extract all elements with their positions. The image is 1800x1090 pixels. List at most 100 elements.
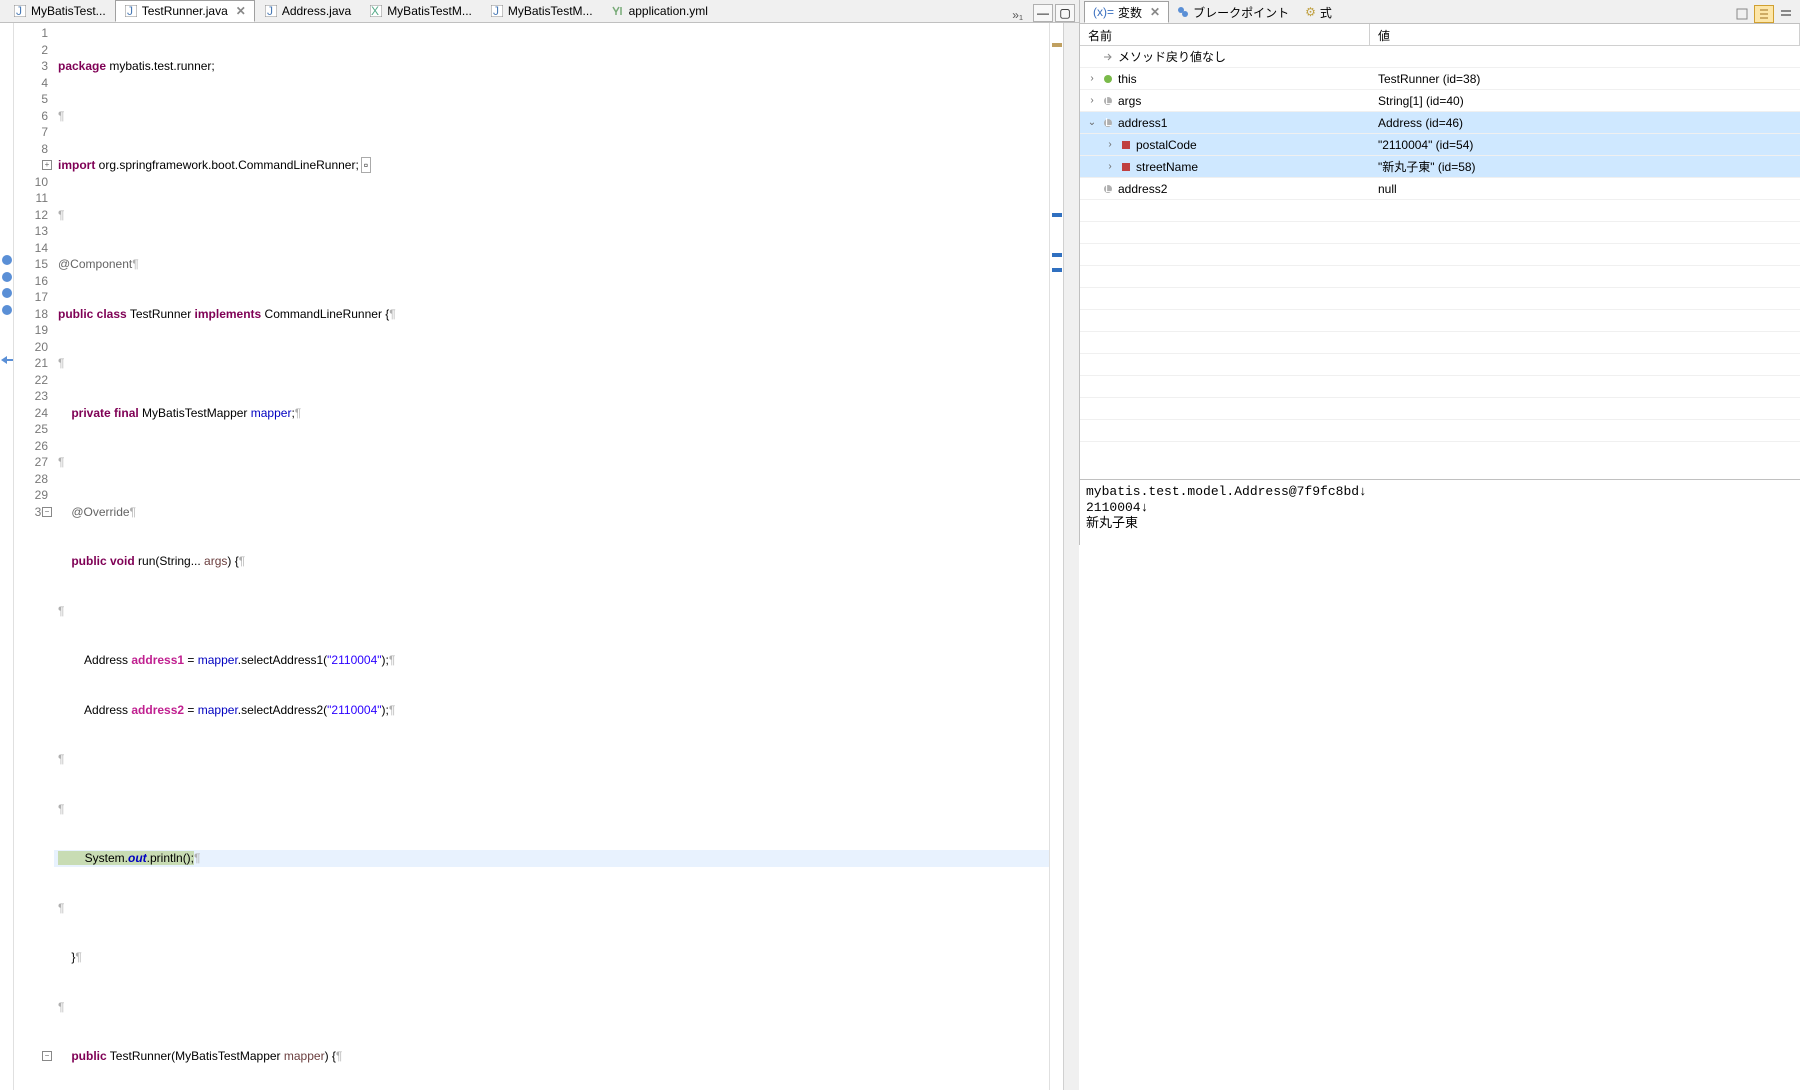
vertical-scrollbar[interactable] [1063,23,1079,1090]
tab-breakpoints[interactable]: ブレークポイント [1169,1,1297,23]
expand-icon[interactable]: › [1086,95,1098,106]
variable-row[interactable]: › this TestRunner (id=38) [1080,68,1800,90]
empty-row [1080,332,1800,354]
tab-mapper-xml[interactable]: XMyBatisTestM... [360,0,481,22]
variable-row[interactable]: Laddress2 null [1080,178,1800,200]
empty-row [1080,266,1800,288]
svg-text:X: X [371,5,379,17]
close-icon[interactable]: ✕ [1150,5,1160,19]
tab-expressions[interactable]: ⚙式 [1297,1,1340,23]
tab-label: MyBatisTest... [31,4,106,18]
tab-yml[interactable]: application.yml [602,0,717,22]
var-name-text: args [1118,94,1141,108]
variable-row[interactable]: › Largs String[1] (id=40) [1080,90,1800,112]
svg-text:J: J [267,5,273,17]
col-name[interactable]: 名前 [1080,24,1370,45]
empty-row [1080,200,1800,222]
overview-ruler[interactable] [1049,23,1063,1090]
var-name-text: address1 [1118,116,1167,130]
marker-icon [2,255,12,265]
empty-row [1080,376,1800,398]
field-icon [1120,139,1132,151]
col-value[interactable]: 値 [1370,24,1800,45]
var-value-text: "新丸子東" (id=58) [1370,158,1800,175]
empty-row [1080,354,1800,376]
maximize-button[interactable]: ▢ [1055,4,1075,22]
svg-text:J: J [16,5,22,17]
empty-row [1080,222,1800,244]
local-icon: L [1102,183,1114,195]
view-menu-button[interactable] [1776,5,1796,23]
var-name-text: address2 [1118,182,1167,196]
close-icon[interactable]: ✕ [236,4,246,18]
view-toolbar [1732,5,1800,23]
tab-label: Address.java [282,4,351,18]
variable-row[interactable]: › streetName "新丸子東" (id=58) [1080,156,1800,178]
view-tool-1[interactable] [1732,5,1752,23]
ret-icon [1102,51,1114,63]
code-content[interactable]: package mybatis.test.runner; ¶ +import o… [54,23,1049,1090]
variable-detail: mybatis.test.model.Address@7f9fc8bd↓ 211… [1080,479,1800,545]
debug-pane: (x)=変数✕ ブレークポイント ⚙式 名前 値 メソッド戻り値なし › this T… [1080,0,1800,545]
expressions-icon: ⚙ [1305,5,1316,19]
variable-row[interactable]: › postalCode "2110004" (id=54) [1080,134,1800,156]
field-icon [1120,161,1132,173]
svg-text:L: L [1105,96,1112,106]
fold-icon[interactable]: − [42,1051,52,1061]
tab-controls: — ▢ [1029,4,1079,22]
expand-icon[interactable]: › [1104,139,1116,150]
expand-icon[interactable]: ⌄ [1086,117,1098,128]
variables-header: 名前 値 [1080,24,1800,46]
variable-row[interactable]: メソッド戻り値なし [1080,46,1800,68]
var-value-text: String[1] (id=40) [1370,94,1800,108]
tab-variables[interactable]: (x)=変数✕ [1084,1,1169,23]
java-icon: J [264,4,278,18]
empty-row [1080,288,1800,310]
var-name-text: メソッド戻り値なし [1118,48,1226,65]
var-value-text: "2110004" (id=54) [1370,138,1800,152]
editor-pane: J MyBatisTest... J TestRunner.java ✕ J Addre… [0,0,1080,545]
variable-row[interactable]: ⌄ Laddress1 Address (id=46) [1080,112,1800,134]
var-value-text: TestRunner (id=38) [1370,72,1800,86]
empty-row [1080,398,1800,420]
tab-mybatistest[interactable]: J MyBatisTest... [4,0,115,22]
view-tool-2[interactable] [1754,5,1774,23]
java-icon: J [13,4,27,18]
svg-text:L: L [1105,118,1112,128]
yml-icon [611,4,625,18]
var-name-text: streetName [1136,160,1198,174]
views-tab-bar: (x)=変数✕ ブレークポイント ⚙式 [1080,0,1800,24]
variables-rows[interactable]: メソッド戻り値なし › this TestRunner (id=38) › Largs St… [1080,46,1800,479]
editor-tab-bar: J MyBatisTest... J TestRunner.java ✕ J Addre… [0,0,1079,23]
local-icon: L [1102,117,1114,129]
breakpoint-ruler[interactable] [0,23,14,1090]
tab-mapper-java[interactable]: J MyBatisTestM... [481,0,602,22]
this-icon [1102,73,1114,85]
tab-label: TestRunner.java [142,4,228,18]
minimize-button[interactable]: — [1033,4,1053,22]
var-value-text: Address (id=46) [1370,116,1800,130]
var-name-text: this [1118,72,1137,86]
tab-label: MyBatisTestM... [508,4,593,18]
code-area: 1234567891011121314151617181920212223242… [0,23,1079,1090]
expand-icon[interactable]: › [1104,161,1116,172]
tab-address[interactable]: J Address.java [255,0,360,22]
breakpoints-icon [1177,6,1189,18]
xml-icon: X [369,4,383,18]
tab-testrunner[interactable]: JTestRunner.java✕ [115,0,255,22]
tab-label: application.yml [629,4,708,18]
marker-icon [2,305,12,315]
tab-overflow[interactable]: »₁ [1006,8,1029,22]
var-name-text: postalCode [1136,138,1197,152]
java-icon: J [490,4,504,18]
local-icon: L [1102,95,1114,107]
svg-text:J: J [493,5,499,17]
svg-text:L: L [1105,184,1112,194]
marker-icon [2,272,12,282]
expand-icon[interactable]: › [1086,73,1098,84]
fold-icon[interactable]: + [42,160,52,170]
fold-icon[interactable]: − [42,507,52,517]
debug-current-icon [1,356,13,364]
var-value-text: null [1370,182,1800,196]
current-debug-line: System.out.println();¶ [54,850,1049,867]
